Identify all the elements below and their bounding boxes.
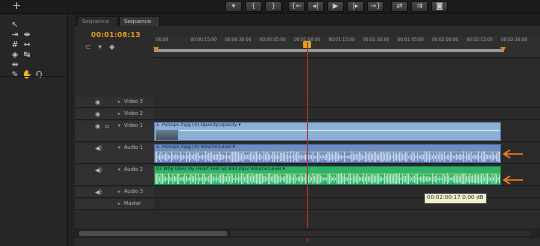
ripple-edit-tool-icon[interactable]: ⇼ [22,30,32,39]
eye-icon[interactable]: ◉ [95,111,100,118]
track-row-video-2[interactable] [154,109,540,120]
audio-waveform [155,173,500,184]
track-label: Video 3 [124,99,143,105]
zoom-scroll-track[interactable] [231,231,531,236]
play-icon[interactable]: ▶ [327,1,344,12]
track-label: Video 1 [124,123,143,129]
current-timecode[interactable]: 00:01:08:13 [91,31,141,39]
video-clip-pickups[interactable]: 1. Pickups.mpg [V] Opacity:Opacity ▾ [154,122,501,141]
track-label: Audio 3 [124,189,143,195]
rate-stretch-tool-icon[interactable]: ↔ [22,40,32,49]
track-header-master[interactable]: ▸ Master [75,199,154,210]
keyframe-icon[interactable]: ◆ [107,42,117,52]
ruler-tick-label: 00:02:15:00 [466,38,493,43]
eye-icon[interactable]: ◉ [95,99,100,106]
go-to-in-icon[interactable]: {← [288,1,305,12]
speaker-icon[interactable]: ◀) [95,145,102,152]
playhead-line[interactable] [307,42,308,242]
expand-icon[interactable]: ▸ [118,201,121,207]
expand-icon[interactable]: ▸ [118,99,121,105]
ruler-tick-label: 00:02:30:00 [501,38,528,43]
export-frame-icon[interactable]: ◙ [431,1,448,12]
work-area-start-marker[interactable] [153,47,159,52]
marker-icon[interactable]: ▾ [225,1,242,12]
tab-sequence-02[interactable]: Sequence 02 [119,16,160,35]
selection-tool-icon[interactable]: ↖ [10,20,20,29]
ruler-tick-label: 00:01:45:00 [397,38,424,43]
audio-waveform [155,151,500,162]
sequence-tabs: Sequence 01 Sequence 02 [75,15,540,35]
overwrite-icon[interactable]: ⇉ [411,1,428,12]
out-point-icon[interactable]: } [265,1,282,12]
volume-tooltip: 00:02:00:17 0.00 dB [424,193,487,204]
snap-icon[interactable]: ⊂ [83,42,93,52]
slide-tool-icon[interactable]: ⇹ [10,60,20,69]
track-header-audio-1[interactable]: ◀) ▾ Audio 1 [75,143,154,164]
clip-thumbnail [156,130,178,140]
premiere-window: + ▾{}{←◂|▶|▸→}⇄⇉◙ ↖⇥⇼#↔◈↹⇹✎✋Q Sequence 0… [0,0,540,246]
track-select-tool-icon[interactable]: ⇥ [10,30,20,39]
divider [0,76,68,77]
track-header-video-3[interactable]: ◉ ▸ Video 3 [75,97,154,108]
timeline-panel: 00:01:08:13 ⊂ ▾ ◆ 00;00 00:00:15:00 00:00:… [75,26,540,246]
track-header-audio-3[interactable]: ◀) ▸ Audio 3 [75,187,154,198]
clip-label: 1. Pickups.mpg [V] Opacity:Opacity ▾ [156,123,241,128]
opacity-line[interactable] [179,130,500,131]
audio-clip-music[interactable]: 01 Why Does My Heart Feel So Bad.mp3 Vol… [154,166,501,185]
insert-icon[interactable]: ⇄ [391,1,408,12]
work-area-end-marker[interactable] [500,47,506,52]
track-label: Audio 1 [124,145,143,151]
collapse-icon[interactable]: ▾ [118,167,121,173]
ruler-tick-label: 00:02:00:00 [432,38,459,43]
razor-tool-icon[interactable]: ◈ [10,50,20,59]
ruler-tick-label: 00:01:30:00 [363,38,390,43]
track-label: Master [124,201,142,207]
track-row-video-3[interactable] [154,97,540,108]
hand-tool-icon[interactable]: ✋ [22,70,32,79]
collapse-icon[interactable]: ▾ [118,123,121,129]
track-label: Audio 2 [124,167,143,173]
track-header-audio-2[interactable]: ◀) ▾ Audio 2 [75,165,154,186]
lock-icon[interactable]: ▫ [105,123,109,130]
tab-sequence-01[interactable]: Sequence 01 [77,16,118,35]
annotation-arrow-icon [502,175,523,185]
pen-tool-icon[interactable]: ✎ [10,70,20,79]
tools-panel: ↖ ⇥ ⇼ # ↔ ◈ ↹ ⇹ ✎ ✋ Q [0,14,68,246]
rolling-edit-tool-icon[interactable]: # [10,40,20,49]
zoom-tool-icon[interactable]: Q [34,70,44,79]
track-label: Video 2 [124,111,143,117]
add-icon[interactable]: + [12,0,21,12]
step-back-icon[interactable]: ◂| [307,1,324,12]
work-area-bar[interactable] [154,49,504,52]
annotation-arrow-icon [502,149,523,159]
horizontal-scrollbar[interactable] [75,228,540,238]
speaker-icon[interactable]: ◀) [95,167,102,174]
expand-icon[interactable]: ▸ [118,111,121,117]
transport-bar: + ▾{} {← ◂| ▶ |▸ →} ⇄ ⇉ ◙ [0,0,540,14]
expand-icon[interactable]: ▸ [118,189,121,195]
divider [154,57,540,58]
marker-icon[interactable]: ▾ [95,42,105,52]
time-ruler[interactable]: 00;00 00:00:15:00 00:00:30:00 00:00:45:00 00… [154,36,540,58]
go-to-out-icon[interactable]: →} [367,1,384,12]
ruler-tick-label: 00:00:45:00 [259,38,286,43]
slip-tool-icon[interactable]: ↹ [22,50,32,59]
audio-clip-pickups[interactable]: 1. Pickups.mpg [A] Volume:Level ▾ [154,144,501,163]
collapse-icon[interactable]: ▾ [118,145,121,151]
speaker-icon[interactable]: ◀) [95,189,102,196]
in-point-icon[interactable]: { [245,1,262,12]
eye-icon[interactable]: ◉ [95,123,100,130]
track-header-video-2[interactable]: ◉ ▸ Video 2 [75,109,154,120]
ruler-tick-label: 00:00:15:00 [190,38,217,43]
track-header-video-1[interactable]: ◉ ▫ ▾ Video 1 [75,121,154,142]
ruler-tick-label: 00:00:30:00 [225,38,252,43]
step-forward-icon[interactable]: |▸ [347,1,364,12]
scrollbar-thumb[interactable] [79,231,227,236]
ruler-tick-label: 00:01:15:00 [328,38,355,43]
ruler-tick-label: 00;00 [156,38,169,43]
timeline-controls: ⊂ ▾ ◆ [81,42,151,56]
